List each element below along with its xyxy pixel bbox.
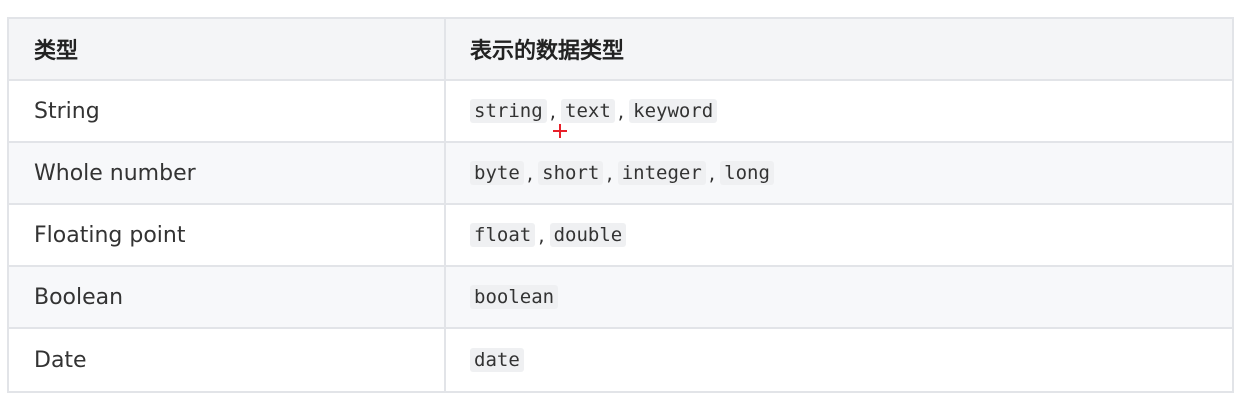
type-cell: Whole number [9,143,446,205]
header-data-types: 表示的数据类型 [446,19,1232,81]
codes-cell: boolean [446,267,1232,329]
code-item: boolean [470,285,559,309]
code-item: integer [617,161,706,185]
separator: , [606,161,613,185]
separator: , [708,161,716,185]
code-item: double [549,223,627,247]
codes-cell: float, double [446,205,1232,267]
code-list: byte, short, integer, long [470,161,774,185]
type-cell: Boolean [9,267,446,329]
code-item: date [470,348,524,372]
code-item: keyword [629,99,718,123]
code-item: long [720,161,774,185]
codes-cell: byte, short, integer, long [446,143,1232,205]
codes-cell: date [446,329,1232,391]
type-cell: Floating point [9,205,446,267]
code-item: short [538,161,604,185]
separator: , [549,99,556,123]
code-item: string [470,99,547,123]
code-list: float, double [470,223,627,247]
code-item: float [470,223,536,247]
crosshair-cursor-icon [553,124,567,138]
type-cell: String [9,81,446,143]
code-list: boolean [470,285,559,309]
separator: , [526,161,534,185]
data-types-table: 类型 表示的数据类型 String string, text, keyword … [7,17,1234,393]
type-cell: Date [9,329,446,391]
separator: , [617,99,625,123]
code-list: date [470,348,524,372]
code-item: text [561,99,615,123]
code-list: string, text, keyword [470,99,718,123]
separator: , [538,223,545,247]
header-type: 类型 [9,19,446,81]
code-item: byte [470,161,524,185]
